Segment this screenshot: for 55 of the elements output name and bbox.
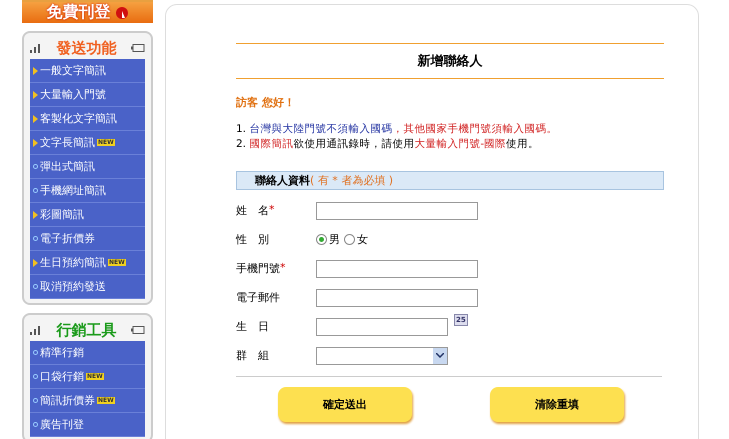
date-field[interactable] bbox=[316, 318, 448, 336]
menu-item[interactable]: 一般文字簡訊 bbox=[30, 59, 145, 83]
menu-item[interactable]: 客製化文字簡訊 bbox=[30, 107, 145, 131]
field-label: 群 組 bbox=[236, 348, 269, 363]
signal-icon bbox=[30, 44, 42, 52]
menu-item[interactable]: 彩圖簡訊 bbox=[30, 203, 145, 227]
section-title: 聯絡人資料 bbox=[255, 173, 310, 188]
pointer-icon bbox=[114, 6, 128, 20]
arrow-bullet-icon bbox=[33, 258, 38, 266]
reset-button[interactable]: 清除重填 bbox=[490, 387, 624, 422]
menu-item[interactable]: 大量輸入門號 bbox=[30, 83, 145, 107]
dot-bullet-icon bbox=[33, 284, 38, 289]
battery-icon bbox=[131, 326, 145, 334]
required-mark: * bbox=[280, 261, 286, 276]
arrow-bullet-icon bbox=[33, 114, 38, 122]
radio-option[interactable]: 女 bbox=[344, 232, 368, 247]
field-label: 電子郵件 bbox=[236, 290, 280, 305]
field-label: 手機門號 bbox=[236, 261, 280, 276]
required-mark: * bbox=[269, 203, 274, 218]
menu-item[interactable]: 精準行銷 bbox=[30, 341, 145, 365]
battery-icon bbox=[131, 44, 145, 52]
field-label: 姓 名 bbox=[236, 203, 269, 218]
menu-item[interactable]: 廣告刊登 bbox=[30, 413, 145, 437]
note-text: 2. 國際簡訊欲使用通訊錄時，請使用大量輸入門號-國際使用。 bbox=[236, 137, 540, 151]
arrow-bullet-icon bbox=[33, 138, 38, 146]
signal-icon bbox=[30, 326, 42, 334]
field-label: 性 別 bbox=[236, 232, 269, 247]
arrow-bullet-icon bbox=[33, 66, 38, 74]
dot-bullet-icon bbox=[33, 422, 38, 427]
input-field[interactable] bbox=[316, 260, 478, 278]
input-field[interactable] bbox=[316, 288, 478, 306]
arrow-bullet-icon bbox=[33, 210, 38, 218]
group-select[interactable] bbox=[316, 346, 448, 364]
dot-bullet-icon bbox=[33, 188, 38, 193]
chevron-down-icon bbox=[436, 353, 444, 358]
dot-bullet-icon bbox=[33, 164, 38, 169]
required-hint: ( 有 * 者為必填 ) bbox=[310, 173, 394, 188]
panel-title: 行銷工具 bbox=[56, 320, 116, 340]
panel-title: 發送功能 bbox=[56, 38, 116, 58]
dot-bullet-icon bbox=[33, 374, 38, 379]
page-title: 新增聯絡人 bbox=[418, 52, 482, 70]
input-field[interactable] bbox=[316, 202, 478, 220]
radio-option[interactable]: 男 bbox=[316, 232, 340, 247]
menu-item[interactable]: 手機網址簡訊 bbox=[30, 179, 145, 203]
dot-bullet-icon bbox=[33, 236, 38, 241]
menu-item[interactable]: 取消預約發送 bbox=[30, 275, 145, 299]
dot-bullet-icon bbox=[33, 398, 38, 403]
menu-item[interactable]: 電子折價券 bbox=[30, 227, 145, 251]
menu-item[interactable]: 彈出式簡訊 bbox=[30, 155, 145, 179]
field-label: 生 日 bbox=[236, 319, 269, 334]
dot-bullet-icon bbox=[33, 350, 38, 355]
arrow-bullet-icon bbox=[33, 90, 38, 98]
submit-button[interactable]: 確定送出 bbox=[278, 387, 412, 422]
note-text: 1. 台灣與大陸門號不須輸入國碼，其他國家手機門號須輸入國碼。 bbox=[236, 122, 558, 136]
greeting: 訪客 您好！ bbox=[236, 95, 296, 110]
